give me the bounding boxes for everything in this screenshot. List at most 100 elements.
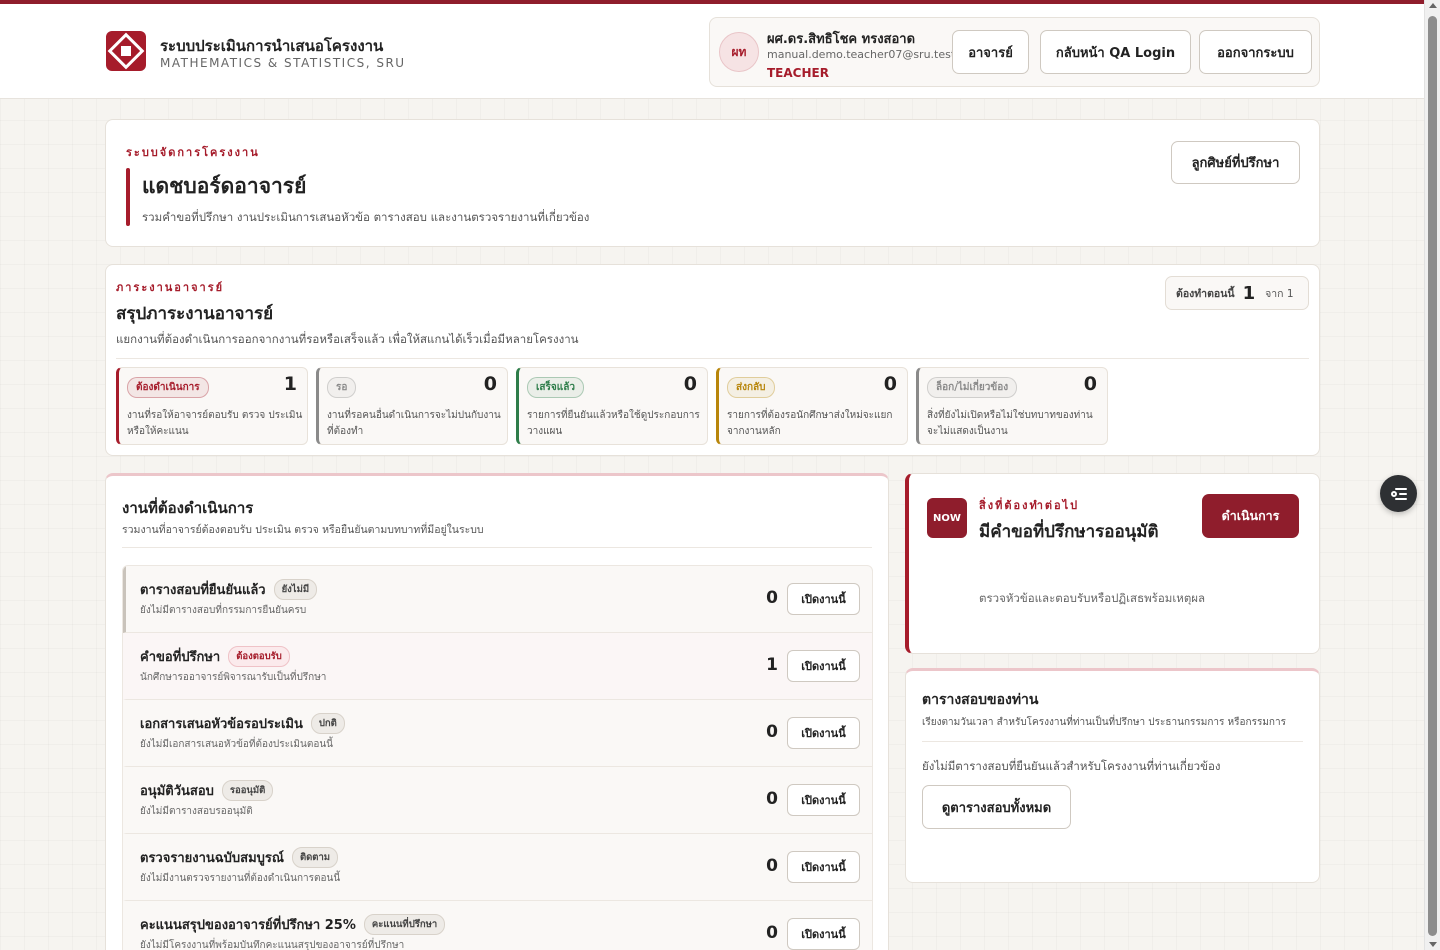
stat-description: สิ่งที่ยังไม่เปิดหรือไม่ใช่บทบาทของท่าน …	[927, 410, 1093, 437]
stat-description: รายการที่ยืนยันแล้วหรือใช้ดูประกอบการวาง…	[527, 410, 700, 437]
task-name-text: คำขอที่ปรึกษา	[140, 650, 221, 665]
task-name: คำขอที่ปรึกษา ต้องตอบรับ	[140, 646, 290, 667]
scroll-thumb[interactable]	[1428, 16, 1437, 936]
next-description: ตรวจหัวข้อและตอบรับหรือปฏิเสธพร้อมเหตุผล	[979, 591, 1206, 605]
tasks-description: รวมงานที่อาจารย์ต้องตอบรับ ประเมิน ตรวจ …	[122, 524, 484, 536]
next-action-card: NOW สิ่งที่ต้องทำต่อไป มีคำขอที่ปรึกษารอ…	[905, 473, 1320, 654]
task-tag: ยังไม่มี	[273, 579, 318, 600]
task-count: 0	[766, 722, 778, 742]
task-row-advisor-score[interactable]: คะแนนสรุปของอาจารย์ที่ปรึกษา 25% คะแนนที่…	[123, 901, 872, 950]
workload-summary: ภาระงานอาจารย์ สรุปภาระงานอาจารย์ แยกงาน…	[105, 264, 1320, 456]
task-row-exam-approval[interactable]: อนุมัติวันสอบ รออนุมัติ ยังไม่มีตารางสอบร…	[123, 767, 872, 834]
task-tag: คะแนนที่ปรึกษา	[363, 914, 446, 935]
counter-total: จาก 1	[1265, 287, 1294, 300]
page-scrollbar[interactable]	[1424, 0, 1440, 950]
summary-description: แยกงานที่ต้องดำเนินการออกจากงานที่รอหรือ…	[116, 332, 579, 346]
now-badge: NOW	[927, 498, 967, 538]
stat-value: 0	[1083, 373, 1097, 395]
task-name-text: ตารางสอบที่ยืนยันแล้ว	[140, 583, 266, 598]
task-description: ยังไม่มีตารางสอบที่กรรมการยืนยันครบ	[140, 605, 307, 616]
teacher-role-button[interactable]: อาจารย์	[952, 30, 1029, 74]
stat-card-locked[interactable]: ล็อก/ไม่เกี่ยวข้อง 0 สิ่งที่ยังไม่เปิดหร…	[916, 367, 1108, 445]
task-name: อนุมัติวันสอบ รออนุมัติ	[140, 780, 274, 801]
floating-menu-button[interactable]	[1380, 475, 1417, 512]
task-row-final-report[interactable]: ตรวจรายงานฉบับสมบูรณ์ ติดตาม ยังไม่มีงานต…	[123, 834, 872, 901]
schedule-empty-text: ยังไม่มีตารางสอบที่ยืนยันแล้วสำหรับโครงง…	[922, 759, 1221, 773]
task-tag: รออนุมัติ	[221, 780, 274, 801]
logo-icon	[106, 31, 146, 71]
task-count: 0	[766, 789, 778, 809]
tasks-panel: งานที่ต้องดำเนินการ รวมงานที่อาจารย์ต้อง…	[105, 473, 889, 950]
stat-card-action[interactable]: ต้องดำเนินการ 1 งานที่รอให้อาจารย์ตอบรับ…	[116, 367, 308, 445]
task-name-text: คะแนนสรุปของอาจารย์ที่ปรึกษา 25%	[140, 918, 356, 933]
task-tag: ติดตาม	[291, 847, 339, 868]
open-task-button[interactable]: เปิดงานนี้	[787, 717, 860, 749]
dashboard-hero: ระบบจัดการโครงงาน แดชบอร์ดอาจารย์ รวมคำข…	[105, 119, 1320, 247]
todo-counter: ต้องทำตอนนี้ 1 จาก 1	[1165, 276, 1309, 310]
task-count: 0	[766, 588, 778, 608]
stat-label: ต้องดำเนินการ	[127, 377, 209, 398]
app-header: ระบบประเมินการนำเสนอโครงงาน MATHEMATICS …	[0, 4, 1424, 99]
stat-description: งานที่รอคนอื่นดำเนินการจะไม่ปนกับงานที่ต…	[327, 410, 501, 437]
task-name: เอกสารเสนอหัวข้อรอประเมิน ปกติ	[140, 713, 345, 734]
task-count: 0	[766, 856, 778, 876]
counter-label: ต้องทำตอนนี้	[1176, 287, 1235, 300]
schedule-description: เรียงตามวันเวลา สำหรับโครงงานที่ท่านเป็น…	[922, 717, 1286, 728]
stat-description: รายการที่ต้องรอนักศึกษาส่งใหม่จะแยกจากงา…	[727, 410, 893, 437]
divider	[922, 741, 1303, 742]
schedule-card: ตารางสอบของท่าน เรียงตามวันเวลา สำหรับโค…	[905, 668, 1320, 883]
menu-lines-icon	[1390, 487, 1407, 500]
stat-card-waiting[interactable]: รอ 0 งานที่รอคนอื่นดำเนินการจะไม่ปนกับงา…	[316, 367, 508, 445]
stat-value: 0	[483, 373, 497, 395]
user-role: TEACHER	[767, 66, 829, 80]
task-row-confirmed-schedule[interactable]: ตารางสอบที่ยืนยันแล้ว ยังไม่มี ยังไม่มีตา…	[123, 566, 872, 633]
task-description: ยังไม่มีตารางสอบรออนุมัติ	[140, 806, 253, 817]
advisees-button[interactable]: ลูกศิษย์ที่ปรึกษา	[1171, 141, 1300, 184]
task-description: ยังไม่มีงานตรวจรายงานที่ต้องดำเนินการตอน…	[140, 873, 341, 884]
stat-label: เสร็จแล้ว	[527, 377, 584, 398]
task-description: ยังไม่มีโครงงานที่พร้อมบันทึกคะแนนสรุปขอ…	[140, 940, 405, 950]
summary-title: สรุปภาระงานอาจารย์	[116, 304, 274, 324]
task-name: คะแนนสรุปของอาจารย์ที่ปรึกษา 25% คะแนนที่…	[140, 914, 446, 935]
app-title: ระบบประเมินการนำเสนอโครงงาน	[160, 37, 384, 55]
hero-eyebrow: ระบบจัดการโครงงาน	[126, 146, 260, 159]
stat-label: รอ	[327, 377, 357, 398]
stat-label: ส่งกลับ	[727, 377, 775, 398]
task-name-text: อนุมัติวันสอบ	[140, 784, 214, 799]
task-tag: ต้องตอบรับ	[228, 646, 290, 667]
stat-card-done[interactable]: เสร็จแล้ว 0 รายการที่ยืนยันแล้วหรือใช้ดู…	[516, 367, 708, 445]
open-task-button[interactable]: เปิดงานนี้	[787, 650, 860, 682]
user-name: ผศ.ดร.สิทธิโชค ทรงสอาด	[767, 32, 916, 47]
open-task-button[interactable]: เปิดงานนี้	[787, 583, 860, 615]
next-title: มีคำขอที่ปรึกษารออนุมัติ	[979, 522, 1159, 542]
stat-label: ล็อก/ไม่เกี่ยวข้อง	[927, 377, 1018, 398]
schedule-title: ตารางสอบของท่าน	[922, 692, 1039, 708]
user-email: manual.demo.teacher07@sru.test	[767, 48, 956, 61]
open-task-button[interactable]: เปิดงานนี้	[787, 784, 860, 816]
divider	[116, 358, 1309, 359]
stat-card-returned[interactable]: ส่งกลับ 0 รายการที่ต้องรอนักศึกษาส่งใหม่…	[716, 367, 908, 445]
open-task-button[interactable]: เปิดงานนี้	[787, 851, 860, 883]
open-task-button[interactable]: เปิดงานนี้	[787, 918, 860, 950]
scroll-up-icon[interactable]	[1429, 3, 1437, 8]
tasks-title: งานที่ต้องดำเนินการ	[122, 499, 254, 517]
scroll-down-icon[interactable]	[1429, 942, 1437, 947]
user-panel: ผท ผศ.ดร.สิทธิโชค ทรงสอาด manual.demo.te…	[709, 17, 1320, 87]
task-name-text: เอกสารเสนอหัวข้อรอประเมิน	[140, 717, 303, 732]
task-row-proposal-review[interactable]: เอกสารเสนอหัวข้อรอประเมิน ปกติ ยังไม่มีเอ…	[123, 700, 872, 767]
proceed-button[interactable]: ดำเนินการ	[1202, 494, 1299, 538]
hero-accent-bar	[126, 168, 130, 226]
view-all-schedules-button[interactable]: ดูตารางสอบทั้งหมด	[922, 785, 1071, 829]
task-description: ยังไม่มีเอกสารเสนอหัวข้อที่ต้องประเมินตอ…	[140, 739, 334, 750]
stat-value: 0	[883, 373, 897, 395]
task-count: 1	[766, 655, 778, 675]
app-subtitle: MATHEMATICS & STATISTICS, SRU	[160, 56, 406, 70]
qa-login-button[interactable]: กลับหน้า QA Login	[1040, 30, 1191, 74]
hero-description: รวมคำขอที่ปรึกษา งานประเมินการเสนอหัวข้อ…	[142, 210, 590, 224]
divider	[122, 547, 872, 548]
task-name: ตรวจรายงานฉบับสมบูรณ์ ติดตาม	[140, 847, 339, 868]
task-row-advisor-request[interactable]: คำขอที่ปรึกษา ต้องตอบรับ นักศึกษารออาจารย…	[123, 633, 872, 700]
page-title: แดชบอร์ดอาจารย์	[142, 174, 307, 198]
logout-button[interactable]: ออกจากระบบ	[1199, 30, 1312, 74]
stat-value: 0	[683, 373, 697, 395]
